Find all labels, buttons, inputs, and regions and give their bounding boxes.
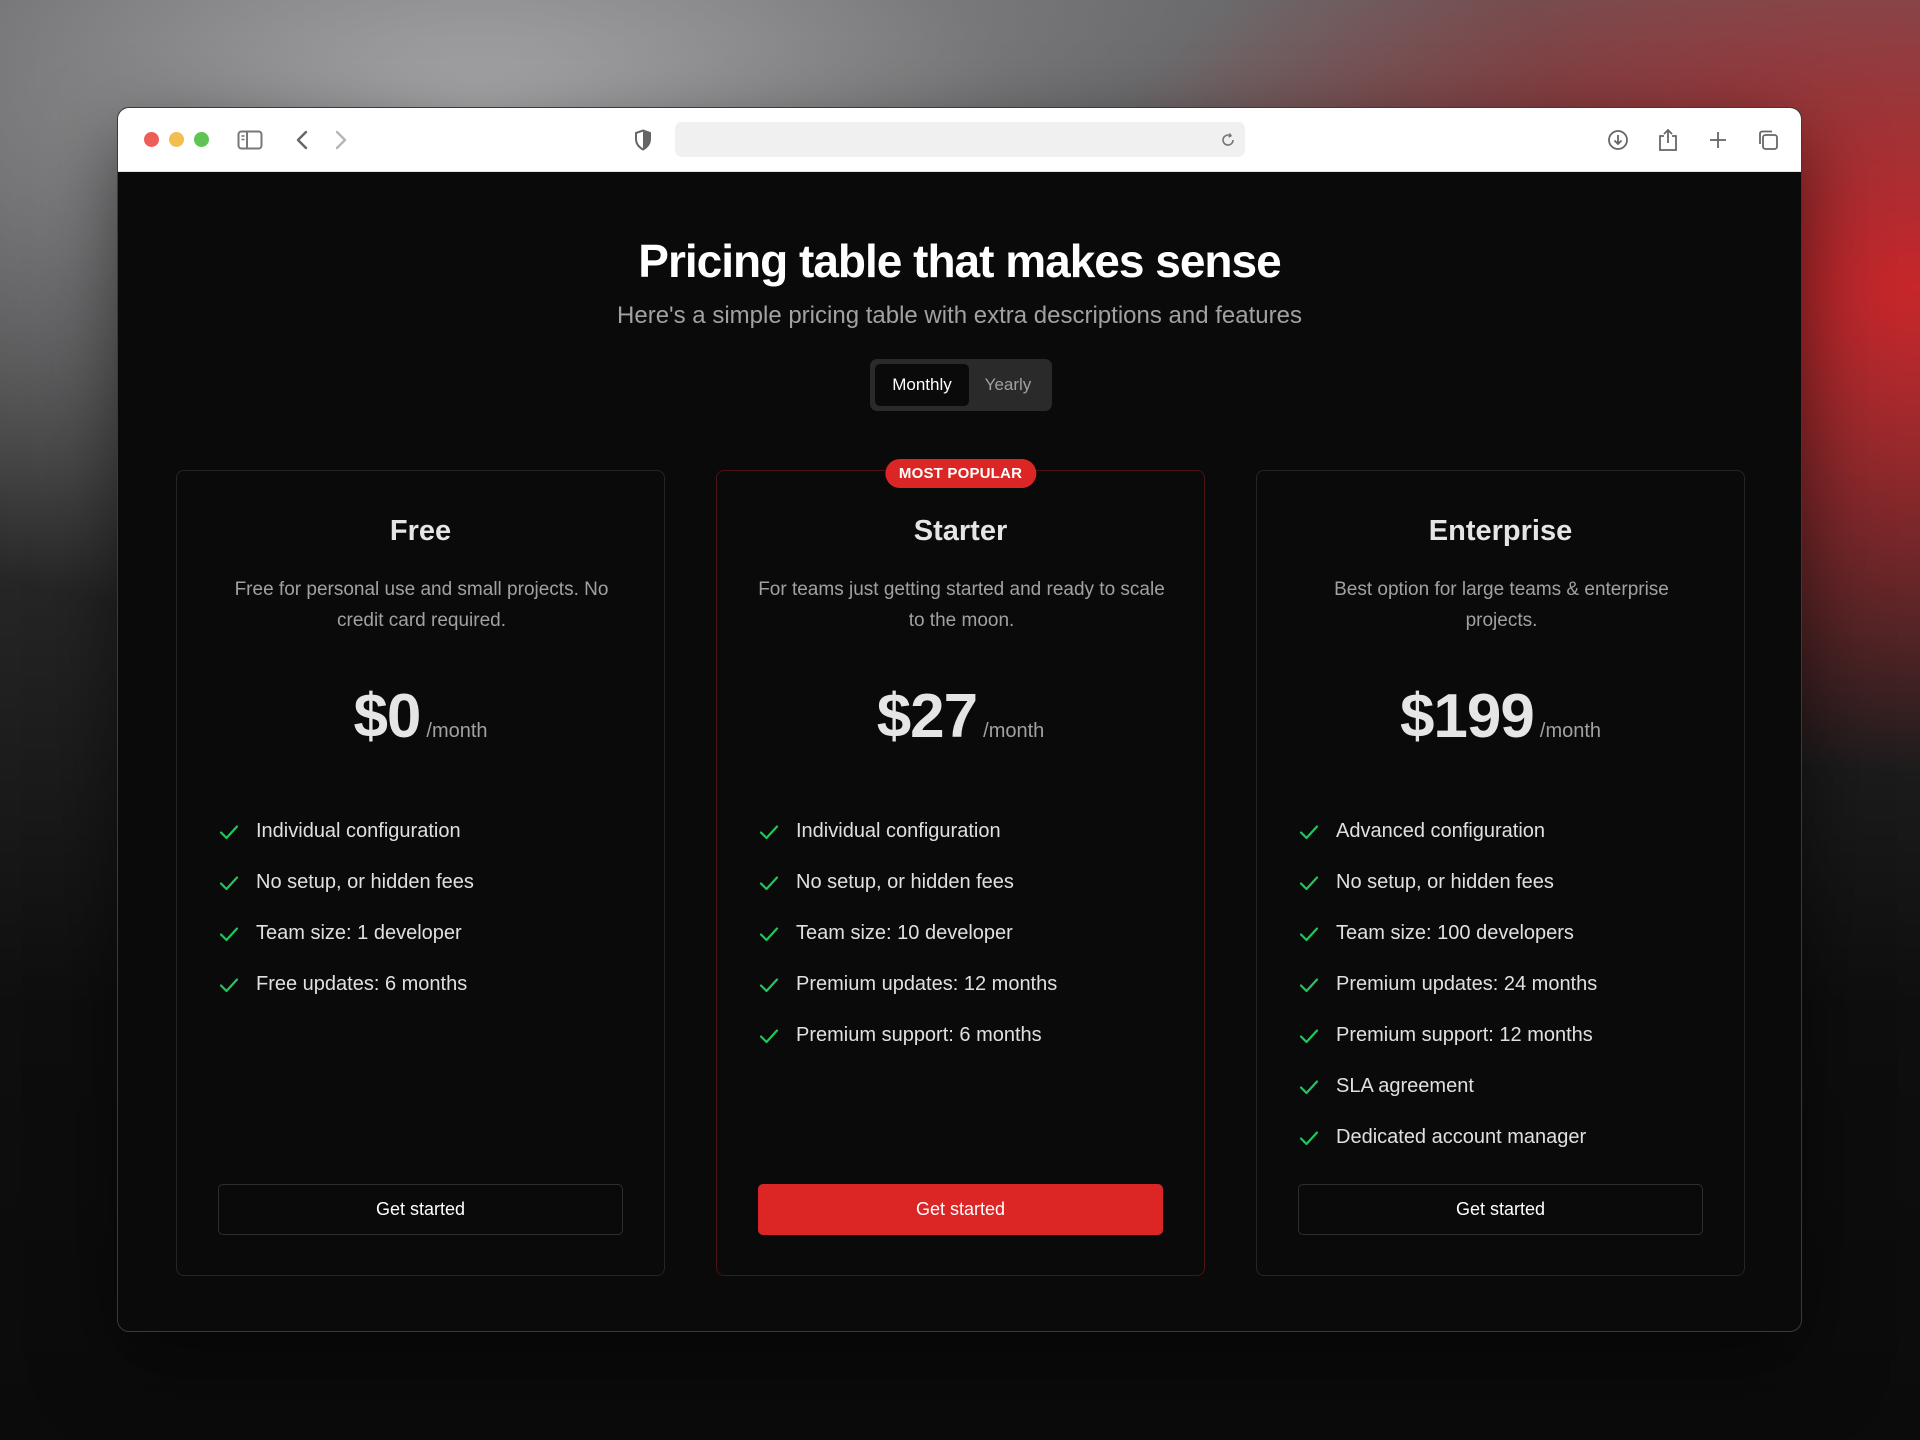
check-icon [219, 873, 239, 893]
feature-item: Individual configuration [759, 806, 1057, 857]
check-icon [1299, 873, 1319, 893]
plan-price: $0 [353, 682, 421, 751]
check-icon [1299, 822, 1319, 842]
get-started-button-enterprise[interactable]: Get started [1298, 1184, 1703, 1235]
forward-icon[interactable] [323, 122, 359, 158]
check-icon [1299, 1026, 1319, 1046]
feature-item: Team size: 10 developer [759, 908, 1057, 959]
feature-item: Premium support: 6 months [759, 1010, 1057, 1061]
price-period: /month [983, 720, 1045, 742]
pricing-page: Pricing table that makes sense Here's a … [118, 172, 1801, 1331]
most-popular-badge: MOST POPULAR [884, 459, 1037, 488]
address-bar[interactable] [675, 122, 1245, 157]
feature-item: Team size: 1 developer [219, 908, 474, 959]
share-icon[interactable] [1650, 122, 1686, 158]
feature-item: Free updates: 6 months [219, 959, 474, 1010]
check-icon [1299, 1128, 1319, 1148]
feature-text: Team size: 1 developer [256, 922, 462, 944]
price-row: $199 /month [1257, 681, 1744, 752]
feature-item: Advanced configuration [1299, 806, 1597, 857]
page-title: Pricing table that makes sense [638, 235, 1281, 287]
plan-description: Best option for large teams & enterprise… [1334, 579, 1669, 631]
check-icon [759, 873, 779, 893]
minimize-window-button[interactable] [169, 132, 184, 147]
check-icon [759, 822, 779, 842]
check-icon [219, 924, 239, 944]
check-icon [1299, 975, 1319, 995]
price-row: $0 /month [177, 681, 664, 752]
feature-item: No setup, or hidden fees [1299, 857, 1597, 908]
price-period: /month [1539, 720, 1602, 742]
feature-list: Individual configuration No setup, or hid… [219, 806, 474, 1010]
feature-text: Dedicated account manager [1336, 1126, 1587, 1148]
feature-item: Individual configuration [219, 806, 474, 857]
feature-item: Premium updates: 12 months [759, 959, 1057, 1010]
plan-description: For teams just getting started and ready… [758, 579, 1165, 631]
back-icon[interactable] [284, 122, 320, 158]
toggle-monthly[interactable]: Monthly [875, 364, 969, 406]
check-icon [759, 1026, 779, 1046]
plan-name: Enterprise [1428, 515, 1573, 547]
feature-item: SLA agreement [1299, 1061, 1597, 1112]
feature-text: SLA agreement [1336, 1075, 1474, 1097]
feature-text: Premium updates: 24 months [1336, 973, 1598, 995]
feature-text: Individual configuration [796, 820, 1001, 842]
reload-icon[interactable] [1217, 129, 1239, 151]
feature-list: Advanced configuration No setup, or hidde… [1299, 806, 1597, 1163]
feature-text: No setup, or hidden fees [1336, 871, 1554, 893]
billing-toggle: Monthly Yearly [870, 359, 1052, 411]
browser-window: Pricing table that makes sense Here's a … [117, 107, 1802, 1332]
feature-item: No setup, or hidden fees [759, 857, 1057, 908]
get-started-button-free[interactable]: Get started [218, 1184, 623, 1235]
price-row: $27 /month [717, 681, 1204, 752]
plan-description: Free for personal use and small projects… [234, 579, 609, 631]
plan-card-starter: MOST POPULAR Starter For teams just gett… [716, 459, 1205, 1276]
feature-text: Team size: 10 developer [796, 922, 1013, 944]
feature-item: Dedicated account manager [1299, 1112, 1597, 1163]
check-icon [1299, 924, 1319, 944]
feature-item: Premium support: 12 months [1299, 1010, 1597, 1061]
check-icon [219, 975, 239, 995]
get-started-button-starter[interactable]: Get started [758, 1184, 1163, 1235]
plan-card-enterprise: Enterprise Best option for large teams &… [1256, 470, 1745, 1276]
feature-item: Team size: 100 developers [1299, 908, 1597, 959]
plan-name: Free [389, 515, 452, 547]
feature-text: Premium support: 12 months [1336, 1024, 1593, 1046]
feature-text: No setup, or hidden fees [796, 871, 1014, 893]
plan-card-free: Free Free for personal use and small pro… [176, 470, 665, 1276]
feature-text: Premium support: 6 months [796, 1024, 1042, 1046]
download-icon[interactable] [1600, 122, 1636, 158]
new-tab-icon[interactable] [1700, 122, 1736, 158]
feature-text: Advanced configuration [1336, 820, 1546, 842]
feature-item: No setup, or hidden fees [219, 857, 474, 908]
toggle-yearly[interactable]: Yearly [969, 364, 1047, 406]
plan-price: $199 [1399, 682, 1535, 751]
feature-text: No setup, or hidden fees [256, 871, 474, 893]
feature-text: Individual configuration [256, 820, 461, 842]
feature-text: Team size: 100 developers [1336, 922, 1574, 944]
zoom-window-button[interactable] [194, 132, 209, 147]
check-icon [759, 975, 779, 995]
feature-text: Free updates: 6 months [256, 973, 468, 995]
check-icon [1299, 1077, 1319, 1097]
page-subtitle: Here's a simple pricing table with extra… [617, 302, 1302, 329]
shield-icon[interactable] [625, 122, 661, 158]
plan-price: $27 [876, 682, 978, 751]
feature-item: Premium updates: 24 months [1299, 959, 1597, 1010]
close-window-button[interactable] [144, 132, 159, 147]
feature-text: Premium updates: 12 months [796, 973, 1058, 995]
check-icon [759, 924, 779, 944]
feature-list: Individual configuration No setup, or hid… [759, 806, 1057, 1061]
tabs-overview-icon[interactable] [1750, 122, 1786, 158]
plan-name: Starter [913, 515, 1008, 547]
check-icon [219, 822, 239, 842]
price-period: /month [426, 720, 488, 742]
sidebar-icon[interactable] [232, 122, 268, 158]
browser-toolbar [118, 108, 1801, 172]
